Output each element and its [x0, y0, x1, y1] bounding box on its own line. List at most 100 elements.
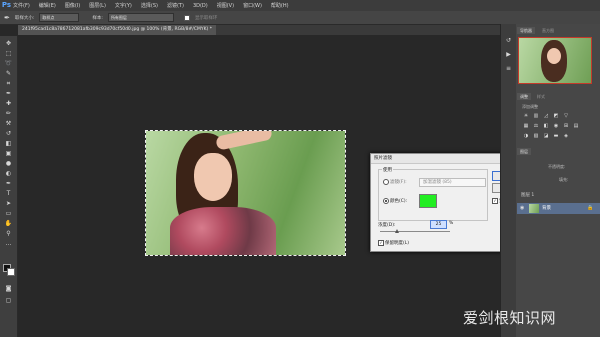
tools-panel: ✥ ⬚ ➰ ✎ ⌗ ✒ ✚ ✏ ⚒ ↺ ◧ ▣ ● ◐ ✒ T ➤ ▭ ✋ ⚲ …	[0, 36, 18, 337]
levels-icon[interactable]: ▥	[533, 113, 539, 119]
watermark: 爱剑根知识网	[463, 309, 557, 327]
brush-tool-icon[interactable]: ✏	[3, 109, 14, 118]
use-group: 使用 滤镜(F): 加温滤镜 (85) 颜色(C):	[378, 167, 488, 221]
color-label: 颜色(C):	[390, 199, 408, 204]
exposure-icon[interactable]: ◩	[553, 113, 559, 119]
menu-filter[interactable]: 滤镜(T)	[167, 2, 184, 9]
filter-radio[interactable]	[383, 179, 389, 185]
menu-view[interactable]: 视图(V)	[217, 2, 234, 9]
menu-edit[interactable]: 编辑(E)	[39, 2, 56, 9]
layer-thumbnail	[529, 204, 539, 213]
type-tool-icon[interactable]: T	[3, 189, 14, 198]
more-tools-icon[interactable]: …	[3, 239, 14, 248]
use-group-label: 使用	[382, 167, 393, 173]
sample-size-select[interactable]: 取样点	[39, 13, 80, 22]
layer-name: 背景	[542, 206, 551, 211]
move-tool-icon[interactable]: ✥	[3, 39, 14, 48]
pen-tool-icon[interactable]: ✒	[3, 179, 14, 188]
menu-file[interactable]: 文件(F)	[13, 2, 30, 9]
eye-icon[interactable]: ◉	[520, 205, 526, 211]
color-radio[interactable]	[383, 198, 389, 204]
shape-tool-icon[interactable]: ▭	[3, 209, 14, 218]
preserve-luminosity-checkbox[interactable]: ✓	[378, 240, 384, 246]
quick-select-tool-icon[interactable]: ✎	[3, 69, 14, 78]
menu-3d[interactable]: 3D(D)	[193, 3, 208, 9]
layer-secondary[interactable]: 图层 1	[521, 192, 534, 198]
tab-navigator[interactable]: 导航器	[517, 27, 535, 34]
preview-checkbox[interactable]: ✓	[492, 198, 498, 204]
photoshop-logo: Ps	[1, 1, 12, 9]
curves-icon[interactable]: ◿	[543, 113, 549, 119]
menu-image[interactable]: 图像(I)	[65, 2, 80, 9]
marquee-tool-icon[interactable]: ⬚	[3, 49, 14, 58]
density-slider-track[interactable]	[380, 231, 450, 232]
crop-tool-icon[interactable]: ⌗	[3, 79, 14, 88]
color-lookup-icon[interactable]: ▤	[573, 123, 579, 129]
opacity-label: 不透明度:	[548, 164, 566, 169]
invert-icon[interactable]: ◑	[523, 133, 529, 139]
photo-filter-icon[interactable]: ◉	[553, 123, 559, 129]
fill-label: 填充:	[559, 177, 569, 182]
eraser-tool-icon[interactable]: ◧	[3, 139, 14, 148]
panel-icon-strip: ↺ ▶ ≡	[501, 24, 516, 337]
sample-label: 样本:	[92, 15, 103, 21]
screen-mode-icon[interactable]: ▢	[3, 296, 14, 305]
layer-row-background[interactable]: ◉ 背景 🔒	[517, 203, 600, 214]
menu-select[interactable]: 选择(S)	[141, 2, 158, 9]
show-ring-checkbox[interactable]	[183, 14, 190, 21]
actions-panel-icon[interactable]: ▶	[503, 50, 514, 59]
navigator-thumbnail[interactable]	[518, 37, 592, 84]
gradient-tool-icon[interactable]: ▣	[3, 149, 14, 158]
threshold-icon[interactable]: ◪	[543, 133, 549, 139]
filter-select[interactable]: 加温滤镜 (85)	[419, 178, 486, 187]
tab-layers[interactable]: 图层	[517, 148, 531, 155]
posterize-icon[interactable]: ▧	[533, 133, 539, 139]
document-tab-bar: 241f95cad1c8a786712081afb309c93d70cf50d0…	[18, 25, 500, 35]
eyedropper-tool-icon[interactable]: ✒	[3, 89, 14, 98]
channel-mixer-icon[interactable]: ⊞	[563, 123, 569, 129]
zoom-tool-icon[interactable]: ⚲	[3, 229, 14, 238]
eyedropper-icon[interactable]: ✒	[4, 14, 10, 22]
tab-adjustments[interactable]: 调整	[517, 93, 531, 100]
properties-panel-icon[interactable]: ≡	[503, 64, 514, 73]
sample-select[interactable]: 所有图层	[107, 13, 174, 22]
history-brush-icon[interactable]: ↺	[3, 129, 14, 138]
black-white-icon[interactable]: ◧	[543, 123, 549, 129]
quick-mask-icon[interactable]: ◙	[3, 284, 14, 293]
vibrance-icon[interactable]: ▽	[563, 113, 569, 119]
path-select-icon[interactable]: ➤	[3, 199, 14, 208]
color-swatch[interactable]	[419, 194, 437, 208]
dodge-tool-icon[interactable]: ◐	[3, 169, 14, 178]
background-color-swatch[interactable]	[7, 268, 15, 276]
brightness-icon[interactable]: ☀	[523, 113, 529, 119]
hue-saturation-icon[interactable]: ▦	[523, 123, 529, 129]
add-adjustment-label: 添加调整	[522, 104, 538, 109]
density-label: 浓度(D):	[378, 223, 396, 228]
density-slider-thumb[interactable]	[395, 229, 399, 233]
gradient-map-icon[interactable]: ▬	[553, 133, 559, 139]
menu-window[interactable]: 窗口(W)	[243, 2, 262, 9]
document-image[interactable]	[145, 130, 346, 256]
tab-styles[interactable]: 样式	[534, 93, 548, 100]
menu-layer[interactable]: 图层(L)	[89, 2, 106, 9]
menu-bar: Ps 文件(F) 编辑(E) 图像(I) 图层(L) 文字(Y) 选择(S) 滤…	[0, 0, 600, 11]
selective-color-icon[interactable]: ◈	[563, 133, 569, 139]
sample-size-label: 取样大小:	[14, 15, 35, 21]
clone-stamp-icon[interactable]: ⚒	[3, 119, 14, 128]
density-unit: %	[449, 221, 454, 226]
density-input[interactable]: 25	[430, 220, 447, 229]
healing-brush-icon[interactable]: ✚	[3, 99, 14, 108]
menu-help[interactable]: 帮助(H)	[271, 2, 289, 9]
menu-type[interactable]: 文字(Y)	[115, 2, 132, 9]
color-balance-icon[interactable]: ⚖	[533, 123, 539, 129]
lock-icon: 🔒	[587, 205, 594, 211]
lasso-tool-icon[interactable]: ➰	[3, 59, 14, 68]
show-ring-label: 显示取样环	[194, 15, 218, 21]
hand-tool-icon[interactable]: ✋	[3, 219, 14, 228]
preserve-luminosity-label: 保留明度(L)	[385, 241, 410, 246]
tab-histogram[interactable]: 直方图	[539, 27, 557, 34]
blur-tool-icon[interactable]: ●	[3, 159, 14, 168]
filter-label: 滤镜(F):	[390, 180, 407, 185]
history-panel-icon[interactable]: ↺	[503, 36, 514, 45]
document-tab[interactable]: 241f95cad1c8a786712081afb309c93d70cf50d0…	[18, 25, 216, 35]
